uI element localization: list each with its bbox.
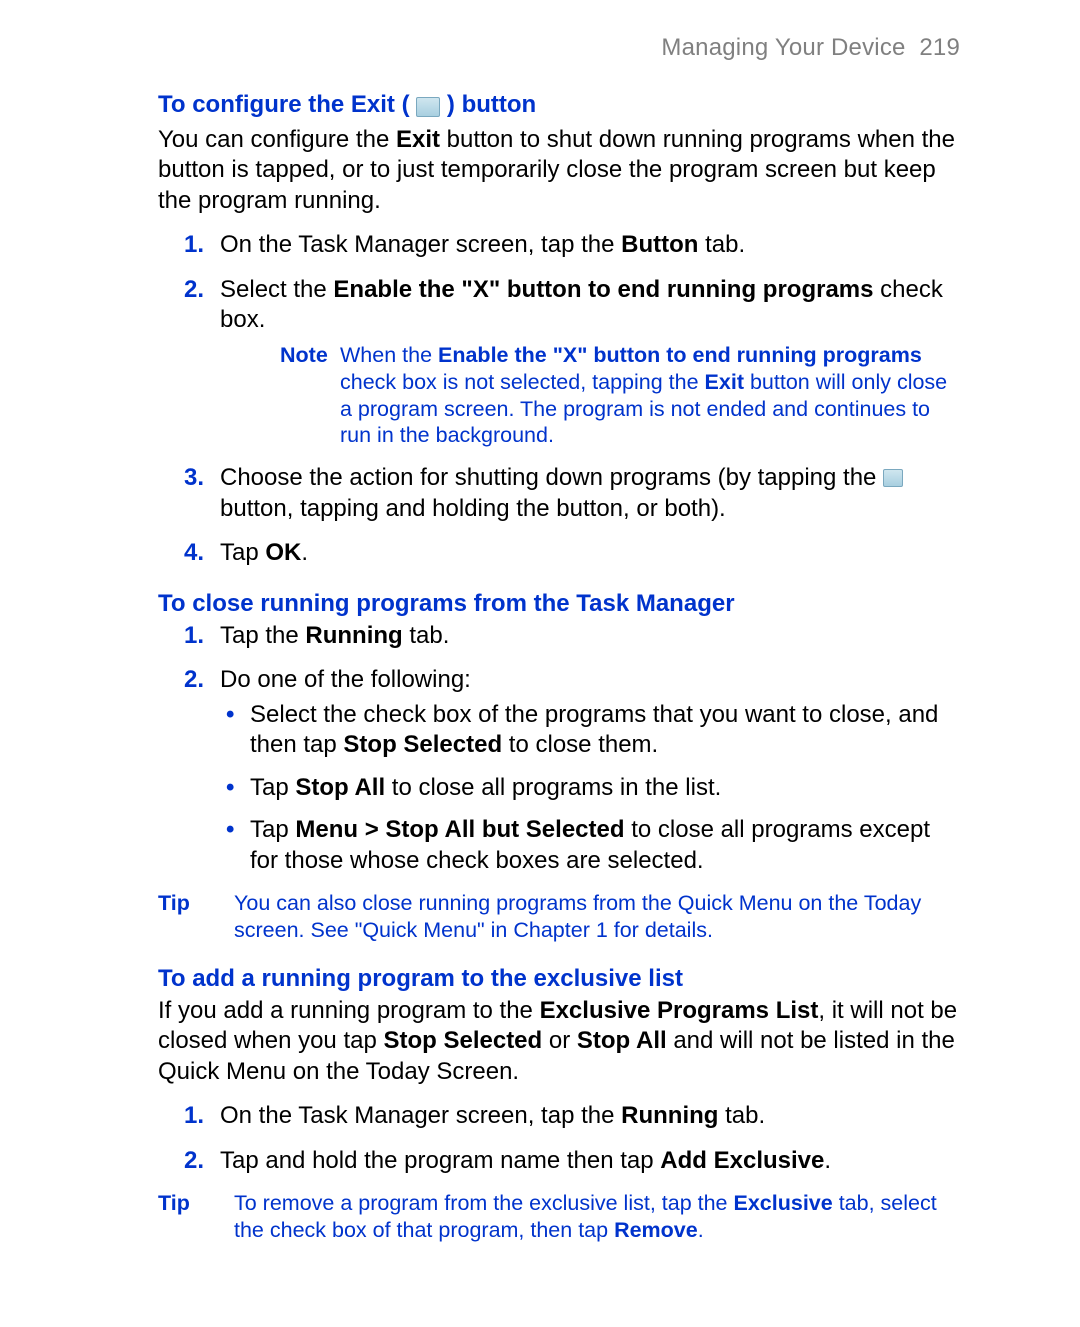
intro-configure-exit: You can configure the Exit button to shu… (158, 125, 960, 216)
note-label: Note (280, 342, 340, 450)
step-3: Choose the action for shutting down prog… (218, 463, 960, 524)
bullet-options: Select the check box of the programs tha… (220, 700, 960, 876)
page-number: 219 (919, 34, 960, 61)
note-body: When the Enable the "X" button to end ru… (340, 342, 960, 450)
bullet-stop-all: Tap Stop All to close all programs in th… (250, 773, 960, 803)
note-block: Note When the Enable the "X" button to e… (280, 342, 960, 450)
section-close-running: To close running programs from the Task … (158, 589, 960, 944)
running-header: Managing Your Device 219 (158, 34, 960, 62)
tip-label: Tip (158, 1190, 234, 1244)
exit-button-icon (883, 469, 903, 487)
steps-configure-exit: On the Task Manager screen, tap the Butt… (158, 230, 960, 568)
step-1: On the Task Manager screen, tap the Runn… (218, 1101, 960, 1131)
steps-close-running: Tap the Running tab. Do one of the follo… (158, 621, 960, 876)
steps-exclusive-list: On the Task Manager screen, tap the Runn… (158, 1101, 960, 1176)
section-exclusive-list: To add a running program to the exclusiv… (158, 964, 960, 1244)
step-2: Select the Enable the "X" button to end … (218, 275, 960, 449)
step-2: Do one of the following: Select the chec… (218, 665, 960, 876)
tip-body: You can also close running programs from… (234, 890, 960, 944)
exit-button-icon (416, 97, 440, 117)
bullet-stop-selected: Select the check box of the programs tha… (250, 700, 960, 761)
heading-configure-exit: To configure the Exit ( ) button (158, 90, 960, 123)
bullet-stop-all-but-selected: Tap Menu > Stop All but Selected to clos… (250, 815, 960, 876)
tip-body: To remove a program from the exclusive l… (234, 1190, 960, 1244)
heading-exclusive-list: To add a running program to the exclusiv… (158, 964, 960, 994)
step-1: Tap the Running tab. (218, 621, 960, 651)
tip-quick-menu: Tip You can also close running programs … (158, 890, 960, 944)
chapter-title: Managing Your Device (661, 34, 905, 61)
tip-remove-exclusive: Tip To remove a program from the exclusi… (158, 1190, 960, 1244)
manual-page: Managing Your Device 219 To configure th… (0, 0, 1080, 1327)
tip-label: Tip (158, 890, 234, 944)
section-configure-exit: To configure the Exit ( ) button You can… (158, 90, 960, 569)
step-1: On the Task Manager screen, tap the Butt… (218, 230, 960, 260)
step-4: Tap OK. (218, 538, 960, 568)
intro-exclusive-list: If you add a running program to the Excl… (158, 996, 960, 1087)
heading-close-running: To close running programs from the Task … (158, 589, 960, 619)
step-2: Tap and hold the program name then tap A… (218, 1146, 960, 1176)
